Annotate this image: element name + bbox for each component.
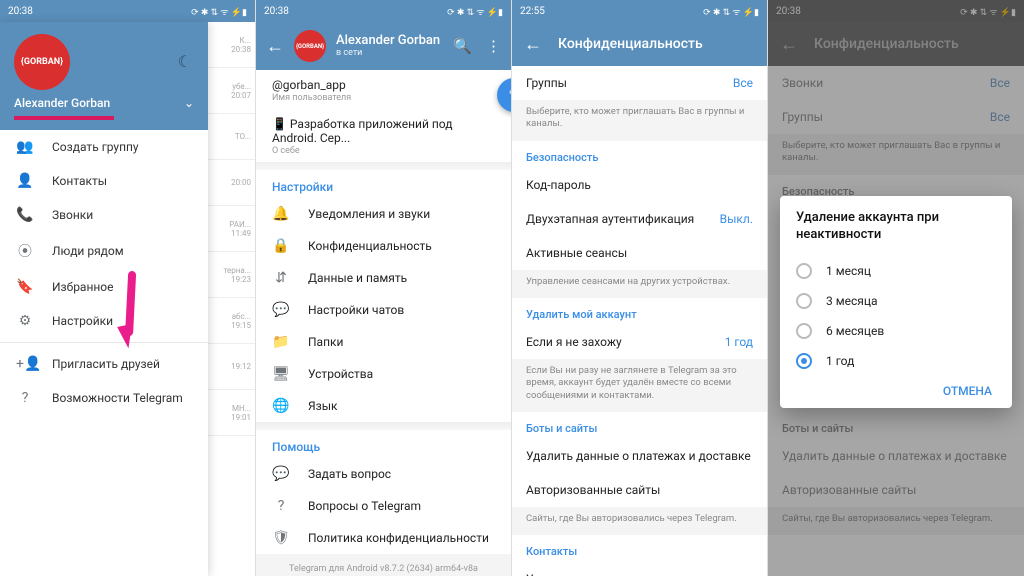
chat-icon: 💬 [272, 302, 290, 318]
row-authsites[interactable]: Авторизованные сайты [512, 473, 767, 507]
item-notifications[interactable]: 🔔Уведомления и звуки [256, 198, 511, 230]
more-icon[interactable]: ⋮ [486, 37, 501, 55]
divider [256, 162, 511, 170]
bell-icon: 🔔 [272, 206, 290, 222]
menu-contacts[interactable]: 👤Контакты [0, 164, 208, 198]
status-bar: 20:38 ⟳ ✱ ⇅ ᯤ ⚡▮ [256, 0, 511, 22]
data-icon: ⇵ [272, 270, 290, 286]
status-time: 20:38 [264, 6, 289, 17]
bio-block[interactable]: 📱 Разработка приложений под Android. Сер… [256, 109, 511, 162]
item-privacy[interactable]: 🔒Конфиденциальность [256, 230, 511, 262]
section-settings: Настройки [256, 170, 511, 198]
row-passcode[interactable]: Код-пароль [512, 168, 767, 202]
radio-1month[interactable]: 1 месяц [796, 256, 996, 286]
row-delcontacts[interactable]: Удалить импортированные контакты [512, 562, 767, 576]
row-twostep[interactable]: Двухэтапная аутентификацияВыкл. [512, 202, 767, 236]
status-icons: ⟳ ✱ ⇅ ᯤ ⚡▮ [447, 5, 503, 18]
version-footer: Telegram для Android v8.7.2 (2634) arm64… [256, 554, 511, 576]
question-icon: ? [272, 498, 290, 514]
radio-icon [796, 263, 812, 279]
item-chat[interactable]: 💬Настройки чатов [256, 294, 511, 326]
divider [256, 422, 511, 430]
radio-icon [796, 293, 812, 309]
radio-3months[interactable]: 3 месяца [796, 286, 996, 316]
person-icon: 👤 [16, 173, 34, 189]
item-policy[interactable]: 🛡Политика конфиденциальности [256, 522, 511, 554]
shield-icon: 🛡 [272, 530, 290, 546]
item-data[interactable]: ⇵Данные и память [256, 262, 511, 294]
drawer-header: {GORBAN} ☾ Alexander Gorban ⌄ [0, 22, 208, 130]
globe-icon: 🌐 [272, 398, 290, 414]
help-icon: ? [16, 390, 34, 406]
privacy-header: ← Конфиденциальность [512, 22, 767, 66]
panel-privacy: 22:55 ⟳ ✱ ⇅ ᯤ ⚡▮ ← Конфиденциальность Гр… [512, 0, 768, 576]
phone-icon: 📞 [16, 207, 34, 223]
menu-new-group[interactable]: 👥Создать группу [0, 130, 208, 164]
profile-status: в сети [336, 48, 440, 58]
status-icons: ⟳ ✱ ⇅ ᯤ ⚡▮ [703, 5, 759, 18]
panel-dialog: 20:38 ⟳ ✱ ⇅ ᯤ ⚡▮ ← Конфиденциальность Зв… [768, 0, 1024, 576]
night-mode-icon[interactable]: ☾ [178, 52, 192, 71]
menu-invite[interactable]: +👤Пригласить друзей [0, 347, 208, 381]
hint-bots: Сайты, где Вы авторизовались через Teleg… [512, 507, 767, 535]
radio-6months[interactable]: 6 месяцев [796, 316, 996, 346]
status-bar: 22:55 ⟳ ✱ ⇅ ᯤ ⚡▮ [512, 0, 767, 22]
item-folders[interactable]: 📁Папки [256, 326, 511, 358]
settings-header: ← {GORBAN} Alexander Gorban в сети 🔍 ⋮ [256, 22, 511, 70]
hint-sessions: Управление сеансами на других устройства… [512, 270, 767, 298]
avatar[interactable]: {GORBAN} [14, 34, 70, 90]
row-ifaway[interactable]: Если я не захожу1 год [512, 325, 767, 359]
hint-groups: Выберите, кто может приглашать Вас в гру… [512, 100, 767, 141]
dialog-title: Удаление аккаунта при неактивности [796, 210, 996, 244]
cancel-button[interactable]: ОТМЕНА [796, 376, 996, 400]
item-language[interactable]: 🌐Язык [256, 390, 511, 422]
hint-delete: Если Вы ни разу не заглянете в Telegram … [512, 359, 767, 412]
menu-features[interactable]: ?Возможности Telegram [0, 381, 208, 415]
chat-list-sliver: К...20:38 убе...20:07 ТО... 20:00 РАИ...… [207, 22, 255, 576]
group-icon: 👥 [16, 139, 34, 155]
add-person-icon: +👤 [16, 356, 34, 372]
search-icon[interactable]: 🔍 [453, 37, 472, 55]
status-bar: 20:38 ⟳ ✱ ⇅ ᯤ ⚡▮ [0, 0, 255, 22]
status-icons: ⟳ ✱ ⇅ ᯤ ⚡▮ [191, 5, 247, 18]
divider [0, 342, 208, 343]
lock-icon: 🔒 [272, 238, 290, 254]
profile-name: Alexander Gorban [336, 34, 440, 48]
username-block[interactable]: @gorban_app Имя пользователя [256, 70, 511, 109]
chevron-down-icon[interactable]: ⌄ [184, 96, 194, 110]
radio-icon [796, 353, 812, 369]
row-groups[interactable]: ГруппыВсе [512, 66, 767, 100]
accent-bar [14, 116, 114, 120]
section-contacts: Контакты [512, 535, 767, 562]
folder-icon: 📁 [272, 334, 290, 350]
status-time: 20:38 [8, 6, 33, 17]
status-time: 22:55 [520, 6, 545, 17]
panel-drawer: 20:38 ⟳ ✱ ⇅ ᯤ ⚡▮ К...20:38 убе...20:07 Т… [0, 0, 256, 576]
nearby-icon: ⦿ [16, 241, 34, 261]
delete-dialog: Удаление аккаунта при неактивности 1 мес… [780, 196, 1012, 408]
item-devices[interactable]: 🖥Устройства [256, 358, 511, 390]
item-ask[interactable]: 💬Задать вопрос [256, 458, 511, 490]
row-payments[interactable]: Удалить данные о платежах и доставке [512, 439, 767, 473]
devices-icon: 🖥 [272, 366, 290, 382]
back-icon[interactable]: ← [524, 34, 542, 55]
row-sessions[interactable]: Активные сеансы [512, 236, 767, 270]
menu-calls[interactable]: 📞Звонки [0, 198, 208, 232]
section-help: Помощь [256, 430, 511, 458]
chat-icon: 💬 [272, 466, 290, 482]
radio-1year[interactable]: 1 год [796, 346, 996, 376]
gear-icon: ⚙ [16, 313, 34, 329]
section-bots: Боты и сайты [512, 412, 767, 439]
panel-settings: 20:38 ⟳ ✱ ⇅ ᯤ ⚡▮ ← {GORBAN} Alexander Go… [256, 0, 512, 576]
back-icon[interactable]: ← [266, 36, 284, 57]
section-security: Безопасность [512, 141, 767, 168]
avatar[interactable]: {GORBAN} [294, 30, 326, 62]
section-delete: Удалить мой аккаунт [512, 298, 767, 325]
page-title: Конфиденциальность [558, 36, 703, 52]
bookmark-icon: 🔖 [16, 279, 34, 295]
radio-icon [796, 323, 812, 339]
item-faq[interactable]: ?Вопросы о Telegram [256, 490, 511, 522]
account-name[interactable]: Alexander Gorban [14, 96, 110, 110]
menu-nearby[interactable]: ⦿Люди рядом [0, 232, 208, 270]
